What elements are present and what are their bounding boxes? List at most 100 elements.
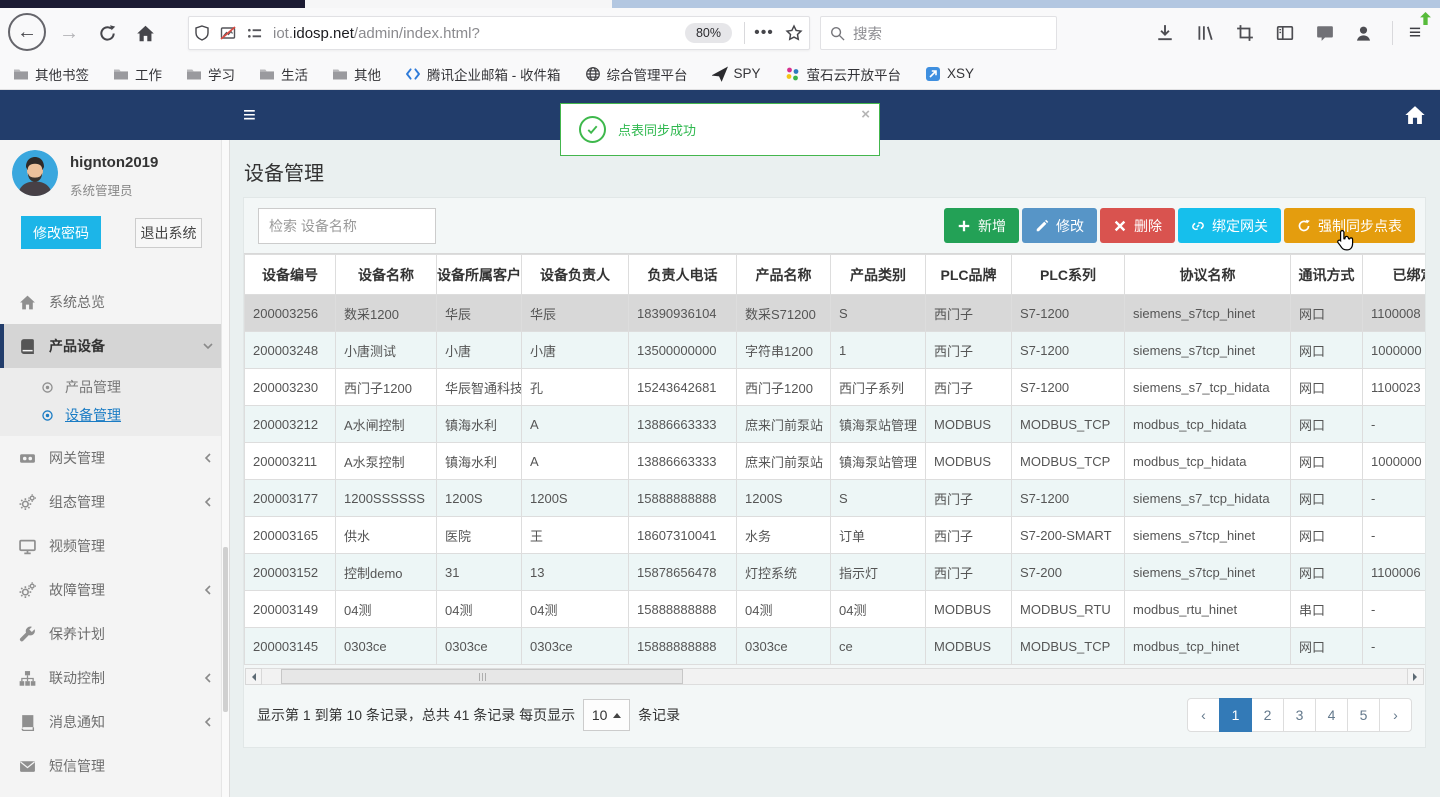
bookmark-star-icon[interactable] [779, 24, 809, 42]
scroll-left-button[interactable] [245, 668, 262, 685]
table-row[interactable]: 200003256 数采1200 华辰 华辰 18390936104 数采S71200 S 西… [244, 294, 1425, 332]
scrollbar-track[interactable] [262, 668, 1407, 685]
url-bar[interactable]: iot.idosp.net/admin/index.html? 80% ••• [188, 16, 810, 50]
bookmark-item[interactable]: 生活 [259, 64, 308, 84]
app-home-icon[interactable] [1404, 104, 1426, 126]
library-button[interactable] [1190, 20, 1220, 46]
refresh-button[interactable] [92, 19, 122, 47]
column-header[interactable]: 产品类别 [830, 254, 926, 295]
action-button-修改[interactable]: 修改 [1022, 208, 1097, 243]
bookmark-label: SPY [733, 66, 761, 81]
sidebar-item-卡号管理[interactable]: 卡号管理 [0, 788, 229, 797]
bookmark-item[interactable]: 学习 [186, 64, 235, 84]
table-cell: 字符串1200 [736, 331, 831, 369]
sidebar-item-网关管理[interactable]: 网关管理 [0, 436, 229, 480]
device-panel: 新增 修改 删除 绑定网关 强制同步点表 设备编号设备名称设备所属客户设备负责人负责人电… [243, 197, 1426, 748]
bookmark-item[interactable]: 腾讯企业邮箱 - 收件箱 [405, 64, 561, 84]
bookmark-item[interactable]: 工作 [113, 64, 162, 84]
bookmark-item[interactable]: SPY [711, 65, 761, 82]
action-button-绑定网关[interactable]: 绑定网关 [1178, 208, 1281, 243]
table-row[interactable]: 200003165 供水 医院王 18607310041 水务 订单 西门子 S7-200-S… [244, 516, 1425, 554]
column-header[interactable]: PLC品牌 [925, 254, 1012, 295]
pager-page-1[interactable]: 1 [1219, 698, 1252, 732]
change-password-button[interactable]: 修改密码 [21, 216, 101, 249]
downloads-button[interactable] [1150, 20, 1180, 46]
table-row[interactable]: 200003212 A水闸控制 镇海水利 A 13886663333 庶来门前泵站 镇海泵站… [244, 405, 1425, 443]
column-header[interactable]: 设备名称 [335, 254, 437, 295]
table-cell: 西门子1200 [335, 368, 437, 406]
column-header[interactable]: 已绑定网关 [1362, 254, 1425, 295]
scroll-right-button[interactable] [1407, 668, 1424, 685]
pager-next[interactable]: › [1379, 698, 1412, 732]
sidebar-toggle-button[interactable] [1270, 20, 1300, 46]
sidebar-scrollbar-thumb[interactable] [223, 547, 228, 712]
column-header[interactable]: PLC系列 [1011, 254, 1125, 295]
url-text[interactable]: iot.idosp.net/admin/index.html? [273, 25, 685, 42]
sidebar-scrollbar[interactable] [221, 140, 229, 797]
sidebar-item-label: 短信管理 [49, 758, 105, 774]
column-header[interactable]: 设备编号 [244, 254, 336, 295]
table-cell: 西门子 [925, 553, 1012, 591]
column-header[interactable]: 产品名称 [736, 254, 831, 295]
sidebar-item-系统总览[interactable]: 系统总览 [0, 280, 229, 324]
sidebar-item-消息通知[interactable]: 消息通知 [0, 700, 229, 744]
pager-page-3[interactable]: 3 [1283, 698, 1316, 732]
pager-prev[interactable]: ‹ [1187, 698, 1220, 732]
action-button-删除[interactable]: 删除 [1100, 208, 1175, 243]
table-row[interactable]: 200003248 小唐测试 小唐 小唐 13500000000 字符串1200 1 西门子 S… [244, 331, 1425, 369]
horizontal-scrollbar[interactable] [245, 668, 1424, 685]
sidebar-item-故障管理[interactable]: 故障管理 [0, 568, 229, 612]
table-cell: 04测 [436, 590, 522, 628]
screenshot-button[interactable] [1230, 20, 1260, 46]
shield-icon[interactable] [189, 25, 215, 41]
sidebar-collapse-icon[interactable]: ≡ [243, 103, 256, 127]
images-blocked-icon[interactable] [215, 25, 241, 41]
table-row[interactable]: 200003230 西门子1200 华辰智通科技孔 15243642681 西门子120… [244, 368, 1425, 406]
pager-page-5[interactable]: 5 [1347, 698, 1380, 732]
zoom-level-badge[interactable]: 80% [684, 23, 732, 43]
table-row[interactable]: 200003145 0303ce 0303ce 0303ce 15888888888 03… [244, 627, 1425, 665]
column-header[interactable]: 设备所属客户 [436, 254, 522, 295]
sidebar-item-短信管理[interactable]: 短信管理 [0, 744, 229, 788]
sidebar-item-视频管理[interactable]: 视频管理 [0, 524, 229, 568]
column-header[interactable]: 通讯方式 [1290, 254, 1363, 295]
scrollbar-thumb[interactable] [281, 669, 683, 684]
back-button[interactable]: ← [8, 13, 46, 51]
page-size-select[interactable]: 10 [583, 699, 631, 731]
browser-search-box[interactable]: 搜索 [820, 16, 1057, 50]
messages-button[interactable] [1310, 20, 1340, 46]
bookmark-item[interactable]: 其他书签 [13, 64, 89, 84]
toast-close-icon[interactable]: × [861, 107, 870, 122]
table-row[interactable]: 200003152 控制demo 31 13 15878656478 灯控系统 指示灯 西门子… [244, 553, 1425, 591]
sidebar-item-产品设备[interactable]: 产品设备 [0, 324, 229, 368]
sidebar-subitem-产品管理[interactable]: 产品管理 [0, 373, 229, 401]
table-row[interactable]: 200003177 1200SSSSSS 1200S 1200S 15888888888… [244, 479, 1425, 517]
logout-button[interactable]: 退出系统 [135, 218, 202, 248]
table-row[interactable]: 200003149 04测 04测 04测 15888888888 04测 04测 MODBU… [244, 590, 1425, 628]
sidebar-item-保养计划[interactable]: 保养计划 [0, 612, 229, 656]
device-search-input[interactable] [258, 208, 436, 244]
column-header[interactable]: 负责人电话 [628, 254, 737, 295]
table-cell: 王 [521, 516, 629, 554]
username: hignton2019 [70, 154, 159, 171]
bookmark-label: 学习 [208, 67, 235, 83]
bookmark-item[interactable]: 萤石云开放平台 [785, 64, 901, 84]
pager-page-2[interactable]: 2 [1251, 698, 1284, 732]
sidebar-item-联动控制[interactable]: 联动控制 [0, 656, 229, 700]
home-button[interactable] [130, 19, 160, 47]
sidebar-item-组态管理[interactable]: 组态管理 [0, 480, 229, 524]
table-row[interactable]: 200003211 A水泵控制 镇海水利 A 13886663333 庶来门前泵站 镇海泵站… [244, 442, 1425, 480]
bookmark-item[interactable]: 其他 [332, 64, 381, 84]
sidebar-subitem-设备管理[interactable]: 设备管理 [0, 401, 229, 429]
bookmark-item[interactable]: XSY [925, 66, 974, 82]
account-button[interactable] [1348, 20, 1378, 46]
pager-page-4[interactable]: 4 [1315, 698, 1348, 732]
column-header[interactable]: 协议名称 [1124, 254, 1291, 295]
permissions-icon[interactable] [241, 26, 267, 41]
action-button-新增[interactable]: 新增 [944, 208, 1019, 243]
column-header[interactable]: 设备负责人 [521, 254, 629, 295]
forward-button[interactable]: → [54, 19, 84, 47]
bookmark-item[interactable]: 综合管理平台 [585, 64, 688, 84]
active-tab[interactable] [305, 0, 612, 8]
page-actions-icon[interactable]: ••• [749, 24, 779, 42]
